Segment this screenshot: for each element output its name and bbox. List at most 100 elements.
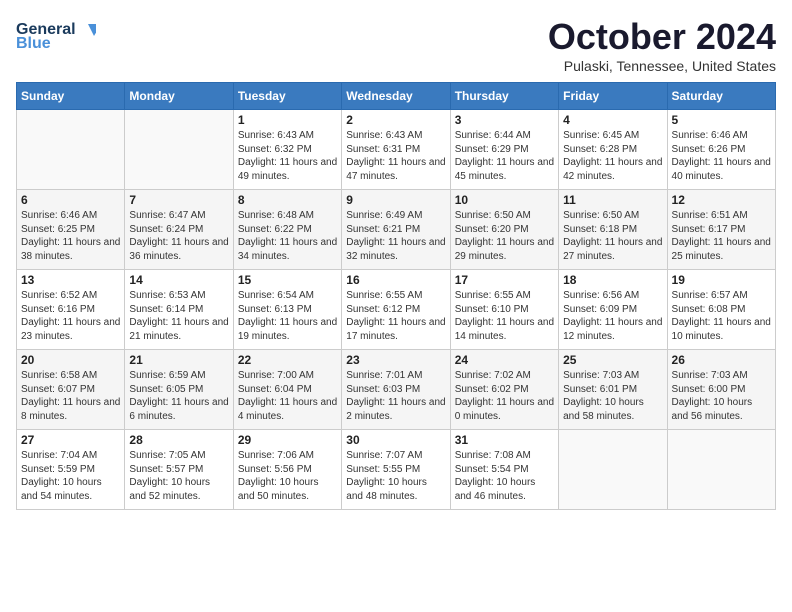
week-row-5: 27 Sunrise: 7:04 AM Sunset: 5:59 PM Dayli… [17, 430, 776, 510]
day-info: Sunrise: 6:51 AM Sunset: 6:17 PM Dayligh… [672, 209, 771, 263]
day-info: Sunrise: 6:46 AM Sunset: 6:26 PM Dayligh… [672, 129, 771, 183]
day-number: 8 [238, 193, 337, 207]
day-info: Sunrise: 6:48 AM Sunset: 6:22 PM Dayligh… [238, 209, 337, 263]
day-info: Sunrise: 6:47 AM Sunset: 6:24 PM Dayligh… [129, 209, 228, 263]
calendar-cell: 15 Sunrise: 6:54 AM Sunset: 6:13 PM Dayli… [233, 270, 341, 350]
day-info: Sunrise: 7:01 AM Sunset: 6:03 PM Dayligh… [346, 369, 445, 423]
calendar-cell [125, 110, 233, 190]
day-info: Sunrise: 7:08 AM Sunset: 5:54 PM Dayligh… [455, 449, 554, 503]
calendar-cell: 3Sunrise: 6:44 AM Sunset: 6:29 PM Daylig… [450, 110, 558, 190]
calendar-cell: 8 Sunrise: 6:48 AM Sunset: 6:22 PM Daylig… [233, 190, 341, 270]
day-info: Sunrise: 7:03 AM Sunset: 6:01 PM Dayligh… [563, 369, 662, 423]
day-number: 15 [238, 273, 337, 287]
day-info: Sunrise: 6:50 AM Sunset: 6:20 PM Dayligh… [455, 209, 554, 263]
day-number: 4 [563, 113, 662, 127]
day-number: 27 [21, 433, 120, 447]
calendar-cell [559, 430, 667, 510]
day-info: Sunrise: 6:43 AM Sunset: 6:32 PM Dayligh… [238, 129, 337, 183]
day-info: Sunrise: 6:49 AM Sunset: 6:21 PM Dayligh… [346, 209, 445, 263]
calendar-cell: 7 Sunrise: 6:47 AM Sunset: 6:24 PM Daylig… [125, 190, 233, 270]
svg-text:Blue: Blue [16, 35, 51, 52]
calendar-cell: 9 Sunrise: 6:49 AM Sunset: 6:21 PM Daylig… [342, 190, 450, 270]
calendar-cell: 18Sunrise: 6:56 AM Sunset: 6:09 PM Dayli… [559, 270, 667, 350]
calendar-cell: 5 Sunrise: 6:46 AM Sunset: 6:26 PM Daylig… [667, 110, 775, 190]
calendar-cell: 24Sunrise: 7:02 AM Sunset: 6:02 PM Dayli… [450, 350, 558, 430]
day-header-tuesday: Tuesday [233, 83, 341, 110]
calendar-cell: 21 Sunrise: 6:59 AM Sunset: 6:05 PM Dayli… [125, 350, 233, 430]
day-number: 28 [129, 433, 228, 447]
calendar-cell: 10 Sunrise: 6:50 AM Sunset: 6:20 PM Dayli… [450, 190, 558, 270]
day-number: 1 [238, 113, 337, 127]
day-number: 18 [563, 273, 662, 287]
calendar-cell: 13Sunrise: 6:52 AM Sunset: 6:16 PM Dayli… [17, 270, 125, 350]
logo: General Blue [16, 16, 96, 52]
day-info: Sunrise: 6:44 AM Sunset: 6:29 PM Dayligh… [455, 129, 554, 183]
day-info: Sunrise: 6:50 AM Sunset: 6:18 PM Dayligh… [563, 209, 662, 263]
calendar-cell: 11 Sunrise: 6:50 AM Sunset: 6:18 PM Dayli… [559, 190, 667, 270]
day-number: 31 [455, 433, 554, 447]
calendar-cell: 4 Sunrise: 6:45 AM Sunset: 6:28 PM Daylig… [559, 110, 667, 190]
calendar-cell: 23 Sunrise: 7:01 AM Sunset: 6:03 PM Dayli… [342, 350, 450, 430]
calendar-cell: 26Sunrise: 7:03 AM Sunset: 6:00 PM Dayli… [667, 350, 775, 430]
day-info: Sunrise: 6:43 AM Sunset: 6:31 PM Dayligh… [346, 129, 445, 183]
day-header-friday: Friday [559, 83, 667, 110]
day-number: 11 [563, 193, 662, 207]
month-title: October 2024 [548, 16, 776, 58]
day-number: 26 [672, 353, 771, 367]
day-number: 2 [346, 113, 445, 127]
calendar-cell [667, 430, 775, 510]
calendar-cell: 14 Sunrise: 6:53 AM Sunset: 6:14 PM Dayli… [125, 270, 233, 350]
day-info: Sunrise: 6:59 AM Sunset: 6:05 PM Dayligh… [129, 369, 228, 423]
day-number: 23 [346, 353, 445, 367]
day-header-wednesday: Wednesday [342, 83, 450, 110]
day-number: 21 [129, 353, 228, 367]
day-number: 10 [455, 193, 554, 207]
calendar-cell: 27 Sunrise: 7:04 AM Sunset: 5:59 PM Dayli… [17, 430, 125, 510]
day-info: Sunrise: 7:04 AM Sunset: 5:59 PM Dayligh… [21, 449, 120, 503]
calendar-cell: 31 Sunrise: 7:08 AM Sunset: 5:54 PM Dayli… [450, 430, 558, 510]
page-header: General Blue October 2024 Pulaski, Tenne… [16, 16, 776, 74]
logo-icon: General Blue [16, 16, 96, 52]
calendar-cell: 30 Sunrise: 7:07 AM Sunset: 5:55 PM Dayli… [342, 430, 450, 510]
calendar-cell: 6 Sunrise: 6:46 AM Sunset: 6:25 PM Daylig… [17, 190, 125, 270]
day-info: Sunrise: 6:54 AM Sunset: 6:13 PM Dayligh… [238, 289, 337, 343]
day-number: 7 [129, 193, 228, 207]
location: Pulaski, Tennessee, United States [548, 58, 776, 74]
day-number: 6 [21, 193, 120, 207]
day-number: 12 [672, 193, 771, 207]
day-number: 25 [563, 353, 662, 367]
calendar-cell [17, 110, 125, 190]
calendar-table: SundayMondayTuesdayWednesdayThursdayFrid… [16, 82, 776, 510]
calendar-cell: 22Sunrise: 7:00 AM Sunset: 6:04 PM Dayli… [233, 350, 341, 430]
day-number: 16 [346, 273, 445, 287]
day-info: Sunrise: 7:05 AM Sunset: 5:57 PM Dayligh… [129, 449, 228, 503]
week-row-4: 20 Sunrise: 6:58 AM Sunset: 6:07 PM Dayli… [17, 350, 776, 430]
day-info: Sunrise: 6:46 AM Sunset: 6:25 PM Dayligh… [21, 209, 120, 263]
day-info: Sunrise: 6:57 AM Sunset: 6:08 PM Dayligh… [672, 289, 771, 343]
day-number: 29 [238, 433, 337, 447]
day-number: 14 [129, 273, 228, 287]
day-number: 9 [346, 193, 445, 207]
week-row-2: 6 Sunrise: 6:46 AM Sunset: 6:25 PM Daylig… [17, 190, 776, 270]
day-header-monday: Monday [125, 83, 233, 110]
calendar-cell: 16Sunrise: 6:55 AM Sunset: 6:12 PM Dayli… [342, 270, 450, 350]
calendar-cell: 19 Sunrise: 6:57 AM Sunset: 6:08 PM Dayli… [667, 270, 775, 350]
day-info: Sunrise: 7:07 AM Sunset: 5:55 PM Dayligh… [346, 449, 445, 503]
day-number: 19 [672, 273, 771, 287]
day-info: Sunrise: 6:52 AM Sunset: 6:16 PM Dayligh… [21, 289, 120, 343]
calendar-cell: 29 Sunrise: 7:06 AM Sunset: 5:56 PM Dayli… [233, 430, 341, 510]
day-info: Sunrise: 6:58 AM Sunset: 6:07 PM Dayligh… [21, 369, 120, 423]
day-number: 5 [672, 113, 771, 127]
day-number: 20 [21, 353, 120, 367]
day-number: 24 [455, 353, 554, 367]
day-info: Sunrise: 6:45 AM Sunset: 6:28 PM Dayligh… [563, 129, 662, 183]
calendar-cell: 17Sunrise: 6:55 AM Sunset: 6:10 PM Dayli… [450, 270, 558, 350]
day-info: Sunrise: 6:53 AM Sunset: 6:14 PM Dayligh… [129, 289, 228, 343]
day-info: Sunrise: 7:06 AM Sunset: 5:56 PM Dayligh… [238, 449, 337, 503]
week-row-3: 13Sunrise: 6:52 AM Sunset: 6:16 PM Dayli… [17, 270, 776, 350]
title-block: October 2024 Pulaski, Tennessee, United … [548, 16, 776, 74]
day-number: 30 [346, 433, 445, 447]
day-header-sunday: Sunday [17, 83, 125, 110]
calendar-cell: 2 Sunrise: 6:43 AM Sunset: 6:31 PM Daylig… [342, 110, 450, 190]
day-number: 22 [238, 353, 337, 367]
